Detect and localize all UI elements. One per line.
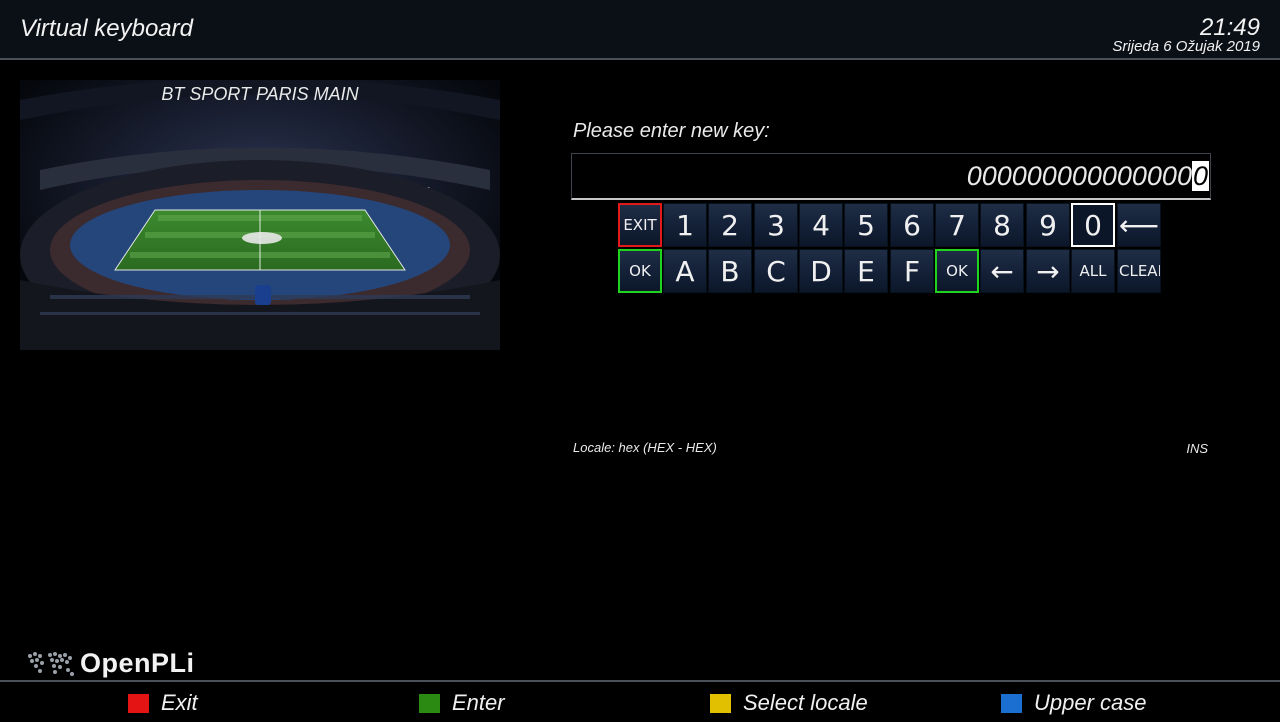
- key-5[interactable]: 5: [844, 203, 888, 247]
- red-button-label: Exit: [161, 690, 198, 715]
- yellow-button[interactable]: Select locale: [710, 690, 868, 716]
- locale-status: Locale: hex (HEX - HEX): [573, 440, 717, 455]
- openpli-logo: OpenPLi: [22, 645, 195, 681]
- key-cursor-left[interactable]: ←: [980, 249, 1024, 293]
- backspace-arrow-icon: ⟵: [1118, 208, 1160, 242]
- key-2[interactable]: 2: [708, 203, 752, 247]
- key-e[interactable]: E: [844, 249, 888, 293]
- key-d[interactable]: D: [799, 249, 843, 293]
- key-a[interactable]: A: [663, 249, 707, 293]
- green-key-icon: [419, 693, 440, 713]
- screen-title: Virtual keyboard: [20, 15, 193, 42]
- red-key-icon: [128, 693, 149, 713]
- key-1[interactable]: 1: [663, 203, 707, 247]
- blue-button-label: Upper case: [1034, 690, 1147, 715]
- key-cursor-right[interactable]: →: [1026, 249, 1070, 293]
- red-button[interactable]: Exit: [128, 690, 198, 716]
- key-all[interactable]: ALL: [1071, 249, 1115, 293]
- key-clear[interactable]: CLEAR: [1117, 249, 1161, 293]
- key-c[interactable]: C: [754, 249, 798, 293]
- key-0[interactable]: 0: [1071, 203, 1115, 247]
- blue-button[interactable]: Upper case: [1001, 690, 1147, 716]
- key-exit[interactable]: EXIT: [618, 203, 662, 247]
- key-ok-right[interactable]: OK: [935, 249, 979, 293]
- key-4[interactable]: 4: [799, 203, 843, 247]
- key-7[interactable]: 7: [935, 203, 979, 247]
- date: Srijeda 6 Ožujak 2019: [1112, 38, 1260, 55]
- text-cursor: 0: [1191, 161, 1209, 191]
- arrow-right-icon: →: [1036, 254, 1060, 288]
- logo-text: OpenPLi: [80, 647, 195, 678]
- green-button-label: Enter: [452, 690, 505, 715]
- key-6[interactable]: 6: [890, 203, 934, 247]
- yellow-button-label: Select locale: [743, 690, 868, 715]
- stadium-image: [20, 80, 500, 350]
- key-8[interactable]: 8: [980, 203, 1024, 247]
- yellow-key-icon: [710, 693, 731, 713]
- key-b[interactable]: B: [708, 249, 752, 293]
- channel-name: BT SPORT PARIS MAIN: [161, 84, 359, 104]
- arrow-left-icon: ←: [990, 254, 1014, 288]
- key-backspace[interactable]: ⟵: [1117, 203, 1161, 247]
- key-f[interactable]: F: [890, 249, 934, 293]
- key-9[interactable]: 9: [1026, 203, 1070, 247]
- world-map-icon: [28, 652, 74, 676]
- tv-preview: [20, 80, 500, 350]
- insert-mode-indicator: INS: [1186, 441, 1208, 456]
- key-input-field[interactable]: 0000000000000000: [571, 153, 1211, 200]
- green-button[interactable]: Enter: [419, 690, 505, 716]
- color-button-bar: Exit Enter Select locale Upper case: [0, 680, 1280, 722]
- title-bar: Virtual keyboard 21:49 Srijeda 6 Ožujak …: [0, 0, 1280, 60]
- key-ok-left[interactable]: OK: [618, 249, 662, 293]
- input-prompt: Please enter new key:: [573, 120, 770, 142]
- virtual-keyboard: EXIT 1 2 3 4 5 6 7 8 9 0 ⟵ OK A B C D E …: [618, 203, 1162, 293]
- key-input-value: 0000000000000000: [967, 158, 1209, 194]
- key-3[interactable]: 3: [754, 203, 798, 247]
- key-input-text: 000000000000000: [966, 161, 1192, 191]
- blue-key-icon: [1001, 693, 1022, 713]
